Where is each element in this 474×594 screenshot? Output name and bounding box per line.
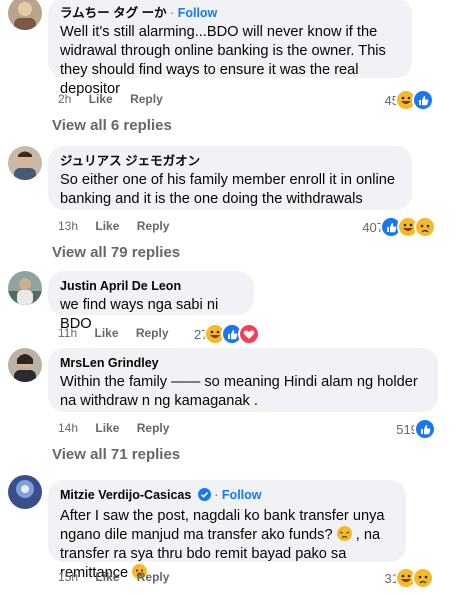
separator: · [214,488,222,502]
love-icon [238,323,261,345]
comment-actions: 15h Like Reply [58,570,183,584]
like-button[interactable]: Like [95,219,119,233]
comment-text: So either one of his family member enrol… [60,172,396,207]
author-name[interactable]: MrsLen Grindley [60,355,426,371]
author-name[interactable]: Justin April De Leon [60,278,242,294]
comment-bubble: ラムちー タグ ーか · Follow Well it's still alar… [48,0,412,97]
comment-actions: 14h Like Reply [58,421,183,435]
reaction-summary[interactable]: 31 [385,567,434,589]
view-replies-link[interactable]: View all 71 replies [52,446,180,463]
like-icon [412,89,434,111]
avatar[interactable] [8,348,42,382]
reaction-summary[interactable]: 45 [385,89,434,111]
comment-bubble: ジュリアス ジェモガオン So either one of his family… [48,146,412,210]
reply-button[interactable]: Reply [137,570,170,584]
comment-text: Within the family —— so meaning Hindi al… [60,374,418,409]
reply-button[interactable]: Reply [130,92,163,106]
comment-actions: 11h Like Reply [58,326,183,340]
avatar[interactable] [8,271,42,305]
avatar[interactable] [8,0,42,30]
timestamp[interactable]: 11h [58,326,77,340]
reply-button[interactable]: Reply [137,421,170,435]
timestamp[interactable]: 2h [58,92,71,106]
timestamp[interactable]: 13h [58,219,78,233]
comment-bubble: MrsLen Grindley Within the family —— so … [48,348,438,412]
avatar[interactable] [8,475,42,509]
comment-actions: 2h Like Reply [58,92,177,106]
comment-bubble: Justin April De Leon we find ways nga sa… [48,271,254,332]
follow-button[interactable]: Follow [178,6,218,20]
follow-button[interactable]: Follow [222,488,262,502]
separator: · [170,6,178,20]
like-button[interactable]: Like [94,326,118,340]
sad-icon [412,567,434,589]
like-button[interactable]: Like [95,570,119,584]
timestamp[interactable]: 14h [58,421,78,435]
reaction-summary[interactable]: 407 [362,216,436,238]
view-replies-link[interactable]: View all 79 replies [52,244,180,261]
comment-actions: 13h Like Reply [58,219,183,233]
reply-button[interactable]: Reply [137,219,170,233]
timestamp[interactable]: 15h [58,570,78,584]
view-replies-link[interactable]: View all 6 replies [52,117,172,134]
avatar[interactable] [8,146,42,180]
comment-text: Well it's still alarming...BDO will neve… [60,24,386,97]
author-line: Mitzie Verdijo-Casicas · Follow [60,487,394,505]
comment-bubble: Mitzie Verdijo-Casicas · Follow After I … [48,480,406,581]
like-button[interactable]: Like [89,92,113,106]
author-name[interactable]: ジュリアス ジェモガオン [60,153,400,169]
like-button[interactable]: Like [95,421,119,435]
reply-button[interactable]: Reply [136,326,169,340]
like-icon [414,418,436,440]
author-name[interactable]: ラムちー タグ ーか [60,6,167,20]
reaction-summary[interactable]: 27 [194,323,261,345]
reaction-summary[interactable]: 519 [396,418,436,440]
author-line: ラムちー タグ ーか · Follow [60,5,400,21]
tired-emoji-icon [336,526,352,541]
author-name[interactable]: Mitzie Verdijo-Casicas [60,488,191,502]
verified-badge-icon [197,488,211,505]
sad-icon [414,216,436,238]
